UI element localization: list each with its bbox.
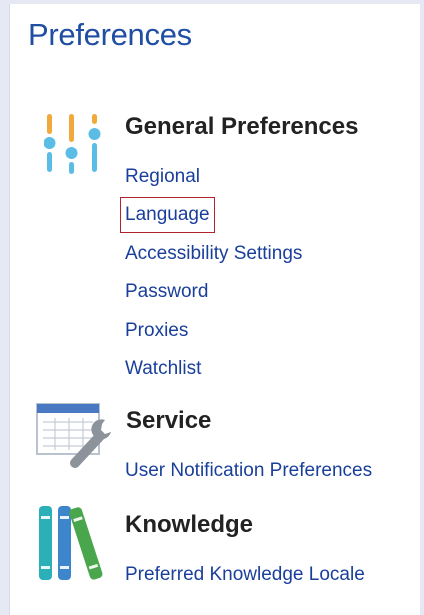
wrench-spreadsheet-icon (36, 403, 111, 468)
general-preferences-heading: General Preferences (125, 113, 359, 140)
service-heading: Service (126, 407, 212, 434)
link-regional[interactable]: Regional (125, 165, 200, 189)
preferences-panel: Preferences General Preferences Regional… (9, 4, 420, 615)
knowledge-heading: Knowledge (125, 511, 254, 538)
page-title: Preferences (28, 17, 192, 52)
books-icon (39, 506, 103, 580)
link-proxies[interactable]: Proxies (125, 319, 188, 343)
sliders-icon (44, 114, 101, 174)
link-language[interactable]: Language (120, 197, 215, 233)
link-password[interactable]: Password (125, 280, 208, 304)
link-preferred-knowledge-locale[interactable]: Preferred Knowledge Locale (125, 563, 365, 587)
link-watchlist[interactable]: Watchlist (125, 357, 201, 381)
link-user-notification-preferences[interactable]: User Notification Preferences (125, 459, 372, 483)
link-accessibility-settings[interactable]: Accessibility Settings (125, 242, 302, 266)
